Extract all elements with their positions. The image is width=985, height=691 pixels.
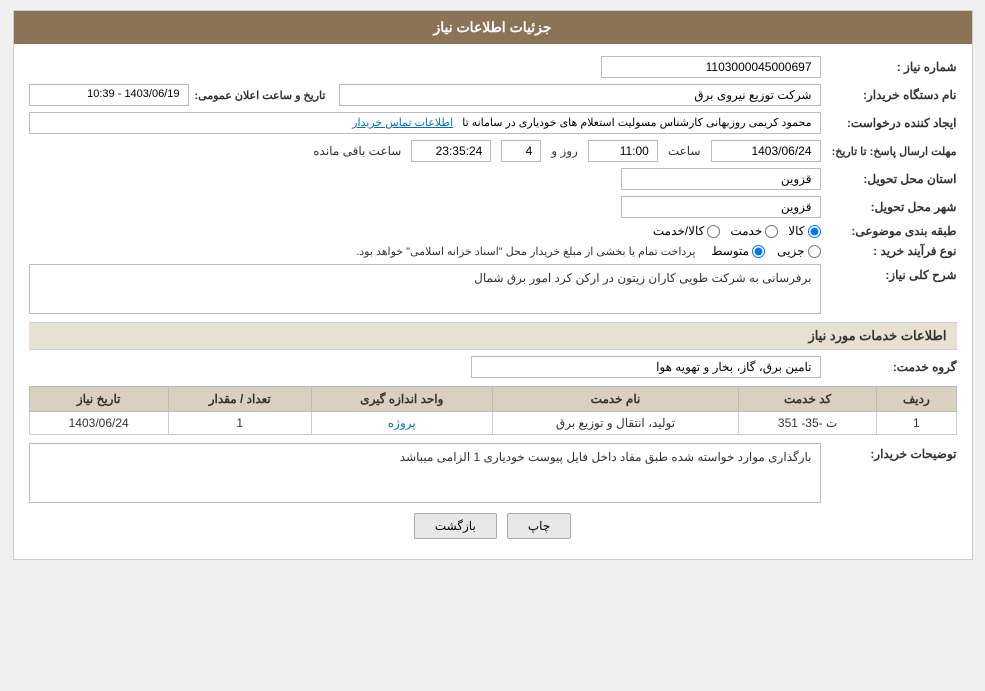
col-unit: واحد اندازه گیری: [311, 387, 492, 412]
cell-unit: پروژه: [311, 412, 492, 435]
buyer-notes-box: بارگذاری موارد خواسته شده طبق مفاد داخل …: [29, 443, 821, 503]
need-number-row: شماره نیاز : 1103000045000697: [29, 56, 957, 78]
buyer-notes-label: توضیحات خریدار:: [827, 443, 957, 461]
deadline-time-label: ساعت: [668, 144, 701, 158]
category-radio-group: کالا خدمت کالا/خدمت: [653, 224, 821, 238]
purchase-type-desc: پرداخت تمام یا بخشی از مبلغ خریدار محل "…: [356, 245, 695, 258]
cell-service-code: ت -35- 351: [739, 412, 877, 435]
deadline-days-label: روز و: [551, 144, 578, 158]
table-row: 1 ت -35- 351 تولید، انتقال و توزیع برق پ…: [29, 412, 956, 435]
creator-row: ایجاد کننده درخواست: محمود کریمی روزبهان…: [29, 112, 957, 134]
category-option-kala: کالا: [788, 224, 820, 238]
category-kala-khedmat-label: کالا/خدمت: [653, 224, 704, 238]
creator-value: محمود کریمی روزبهانی کارشناس مسولیت استع…: [29, 112, 821, 134]
category-radio-khedmat[interactable]: [765, 225, 778, 238]
service-group-row: گروه خدمت: تامین برق، گاز، بخار و تهویه …: [29, 356, 957, 378]
category-kala-label: کالا: [788, 224, 804, 238]
need-number-label: شماره نیاز :: [827, 60, 957, 74]
purchase-radio-jozi[interactable]: [808, 245, 821, 258]
purchase-type-jozi: جزیی: [777, 244, 820, 258]
category-radio-kala-khedmat[interactable]: [707, 225, 720, 238]
buyer-org-label: نام دستگاه خریدار:: [827, 88, 957, 102]
need-number-value: 1103000045000697: [601, 56, 821, 78]
category-radio-kala[interactable]: [808, 225, 821, 238]
table-header-row: ردیف کد خدمت نام خدمت واحد اندازه گیری ت…: [29, 387, 956, 412]
creator-contact-link[interactable]: اطلاعات تماس خریدار: [352, 117, 453, 129]
purchase-type-group: جزیی متوسط: [711, 244, 820, 258]
need-desc-box: برفرسانی به شرکت طویی کاران زیتون در ارک…: [29, 264, 821, 314]
purchase-jozi-label: جزیی: [777, 244, 804, 258]
col-row-num: ردیف: [877, 387, 956, 412]
main-container: جزئیات اطلاعات نیاز شماره نیاز : 1103000…: [13, 10, 973, 560]
services-table-section: ردیف کد خدمت نام خدمت واحد اندازه گیری ت…: [29, 386, 957, 435]
cell-service-name: تولید، انتقال و توزیع برق: [492, 412, 738, 435]
buyer-org-value: شرکت توزیع نیروی برق: [339, 84, 820, 106]
category-label: طبقه بندی موضوعی:: [827, 224, 957, 238]
purchase-type-motavasset: متوسط: [711, 244, 765, 258]
city-value: قزوین: [621, 196, 821, 218]
page-header: جزئیات اطلاعات نیاز: [14, 11, 972, 44]
buyer-notes-value: بارگذاری موارد خواسته شده طبق مفاد داخل …: [400, 450, 812, 464]
col-date: تاریخ نیاز: [29, 387, 168, 412]
purchase-radio-motavasset[interactable]: [752, 245, 765, 258]
services-section-header: اطلاعات خدمات مورد نیاز: [29, 322, 957, 350]
services-table: ردیف کد خدمت نام خدمت واحد اندازه گیری ت…: [29, 386, 957, 435]
province-value: قزوین: [621, 168, 821, 190]
service-group-value: تامین برق، گاز، بخار و تهویه هوا: [471, 356, 821, 378]
purchase-type-row: نوع فرآیند خرید : جزیی متوسط پرداخت تمام…: [29, 244, 957, 258]
purchase-motavasset-label: متوسط: [711, 244, 749, 258]
col-quantity: تعداد / مقدار: [168, 387, 311, 412]
creator-label: ایجاد کننده درخواست:: [827, 116, 957, 130]
deadline-remaining-value: 23:35:24: [411, 140, 491, 162]
service-group-label: گروه خدمت:: [827, 360, 957, 374]
purchase-type-label: نوع فرآیند خرید :: [827, 244, 957, 258]
deadline-time-value: 11:00: [588, 140, 658, 162]
buyer-org-row: نام دستگاه خریدار: شرکت توزیع نیروی برق …: [29, 84, 957, 106]
deadline-remaining-label: ساعت باقی مانده: [313, 144, 401, 158]
announce-value: 1403/06/19 - 10:39: [29, 84, 189, 106]
col-service-name: نام خدمت: [492, 387, 738, 412]
need-desc-row: شرح کلی نیاز: برفرسانی به شرکت طویی کارا…: [29, 264, 957, 314]
category-option-khedmat: خدمت: [730, 224, 778, 238]
back-button[interactable]: بازگشت: [414, 513, 497, 539]
category-option-kala-khedmat: کالا/خدمت: [653, 224, 720, 238]
col-service-code: کد خدمت: [739, 387, 877, 412]
buyer-notes-area: توضیحات خریدار: بارگذاری موارد خواسته شد…: [29, 443, 957, 503]
page-title: جزئیات اطلاعات نیاز: [433, 19, 551, 35]
content-area: شماره نیاز : 1103000045000697 نام دستگاه…: [14, 44, 972, 559]
deadline-label: مهلت ارسال پاسخ: تا تاریخ:: [827, 145, 957, 158]
deadline-date-value: 1403/06/24: [711, 140, 821, 162]
province-row: استان محل تحویل: قزوین: [29, 168, 957, 190]
need-desc-label: شرح کلی نیاز:: [827, 264, 957, 282]
city-row: شهر محل تحویل: قزوین: [29, 196, 957, 218]
action-buttons-area: چاپ بازگشت: [29, 513, 957, 539]
city-label: شهر محل تحویل:: [827, 200, 957, 214]
deadline-days-value: 4: [501, 140, 541, 162]
announce-label: تاریخ و ساعت اعلان عمومی:: [195, 89, 326, 102]
cell-date: 1403/06/24: [29, 412, 168, 435]
print-button[interactable]: چاپ: [507, 513, 571, 539]
category-row: طبقه بندی موضوعی: کالا خدمت کالا/خدمت: [29, 224, 957, 238]
province-label: استان محل تحویل:: [827, 172, 957, 186]
cell-row-num: 1: [877, 412, 956, 435]
cell-quantity: 1: [168, 412, 311, 435]
category-khedmat-label: خدمت: [730, 224, 762, 238]
need-desc-value: برفرسانی به شرکت طویی کاران زیتون در ارک…: [474, 271, 811, 285]
deadline-row: مهلت ارسال پاسخ: تا تاریخ: 1403/06/24 سا…: [29, 140, 957, 162]
